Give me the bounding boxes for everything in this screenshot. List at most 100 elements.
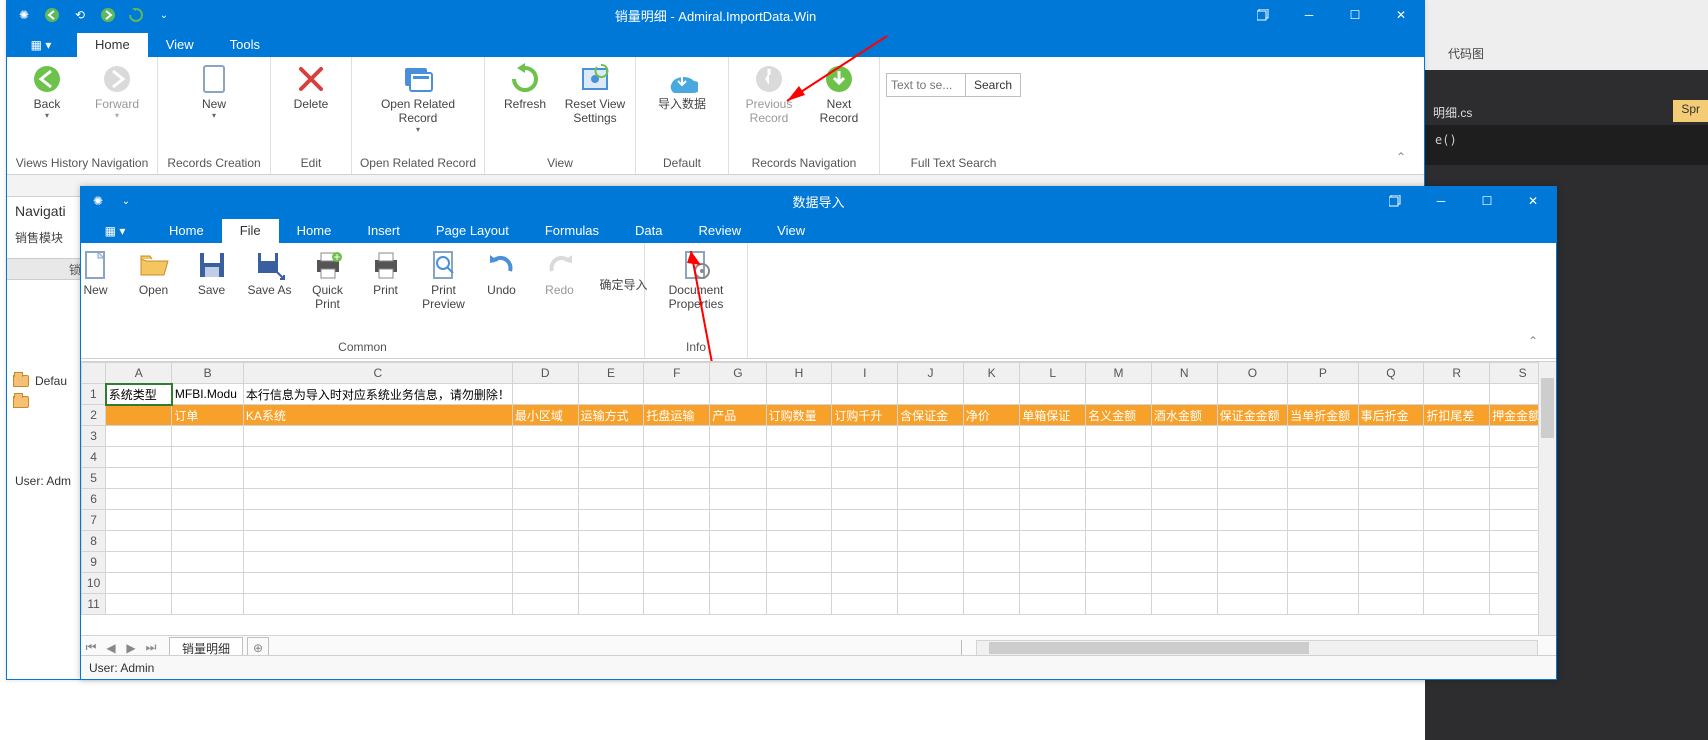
cell[interactable] [1288,447,1358,468]
cell[interactable]: 本行信息为导入时对应系统业务信息，请勿删除！ [243,384,512,405]
cell[interactable] [963,468,1019,489]
cell[interactable] [710,552,766,573]
cell[interactable]: 保证金金额 [1217,405,1287,426]
cell[interactable] [1020,552,1086,573]
cell[interactable] [172,552,243,573]
col-header-B[interactable]: B [172,363,243,384]
cell[interactable] [1358,489,1424,510]
cell[interactable] [243,594,512,615]
col-header-N[interactable]: N [1151,363,1217,384]
cell[interactable] [644,384,710,405]
cell[interactable] [578,426,644,447]
qa-overflow-icon[interactable]: ⌄ [153,4,175,26]
cell[interactable] [898,447,964,468]
cell[interactable] [710,573,766,594]
file-menu-button[interactable]: ▦ ▾ [25,33,57,57]
nav-item-2[interactable] [7,392,87,412]
cell[interactable] [766,489,832,510]
cell[interactable] [1288,384,1358,405]
col-header-Q[interactable]: Q [1358,363,1424,384]
cell[interactable] [710,531,766,552]
cell[interactable] [512,510,578,531]
cell[interactable] [1020,510,1086,531]
spreadsheet[interactable]: ABCDEFGHIJKLMNOPQRS 1系统类型MFBI.Modu本行信息为导… [81,361,1556,635]
cell[interactable] [1358,447,1424,468]
col-header-H[interactable]: H [766,363,832,384]
row-header[interactable]: 10 [82,573,106,594]
cell[interactable] [106,468,172,489]
cell[interactable] [1086,552,1152,573]
cell[interactable] [1288,594,1358,615]
cell[interactable] [832,510,898,531]
tab-view[interactable]: View [148,33,212,57]
select-all-corner[interactable] [82,363,106,384]
col-header-P[interactable]: P [1288,363,1358,384]
cell[interactable] [766,447,832,468]
cell[interactable] [578,552,644,573]
cell[interactable] [710,384,766,405]
cell[interactable] [172,447,243,468]
cell[interactable] [1288,426,1358,447]
cell[interactable] [898,594,964,615]
cell[interactable]: 运输方式 [578,405,644,426]
cell[interactable] [512,468,578,489]
qa-undo-icon[interactable]: ⟲ [69,4,91,26]
cell[interactable] [578,573,644,594]
cell[interactable]: 订购数量 [766,405,832,426]
qa-next-icon[interactable] [97,4,119,26]
cell[interactable] [963,489,1019,510]
cell[interactable] [644,489,710,510]
cell[interactable] [963,594,1019,615]
cell[interactable] [1217,510,1287,531]
cell[interactable] [1358,384,1424,405]
cell[interactable] [1151,468,1217,489]
cell[interactable] [644,468,710,489]
cell[interactable] [963,573,1019,594]
reset-view-button[interactable]: Reset View Settings [561,61,629,125]
cell[interactable] [1358,552,1424,573]
cell[interactable] [1217,384,1287,405]
cell[interactable] [898,531,964,552]
cell[interactable] [106,573,172,594]
cell[interactable]: 产品 [710,405,766,426]
cell[interactable] [898,384,964,405]
col-header-A[interactable]: A [106,363,172,384]
cell[interactable]: 订购千升 [832,405,898,426]
cell[interactable] [243,531,512,552]
col-header-M[interactable]: M [1086,363,1152,384]
cell[interactable] [832,594,898,615]
cell[interactable] [1288,489,1358,510]
cell[interactable]: 订单 [172,405,243,426]
row-header[interactable]: 3 [82,426,106,447]
cell[interactable] [1424,531,1490,552]
cell[interactable] [766,426,832,447]
col-header-D[interactable]: D [512,363,578,384]
cell[interactable] [963,447,1019,468]
child-tab-pagelayout[interactable]: Page Layout [418,219,527,243]
cell[interactable] [1358,531,1424,552]
cell[interactable] [106,510,172,531]
open-related-button[interactable]: Open Related Record▾ [358,61,478,134]
tab-home[interactable]: Home [77,33,148,57]
row-header[interactable]: 6 [82,489,106,510]
cell[interactable] [766,594,832,615]
ribbon-collapse-icon[interactable]: ⌃ [1396,150,1414,168]
minimize-button[interactable]: ─ [1286,1,1332,29]
cell[interactable] [710,489,766,510]
cell[interactable] [172,531,243,552]
cell[interactable] [898,489,964,510]
cell[interactable] [172,510,243,531]
cell[interactable] [106,405,172,426]
col-header-E[interactable]: E [578,363,644,384]
cell[interactable] [898,573,964,594]
cell[interactable] [1151,489,1217,510]
cell[interactable] [172,573,243,594]
cell[interactable] [106,489,172,510]
cell[interactable] [243,468,512,489]
cell[interactable] [832,468,898,489]
cell[interactable] [832,447,898,468]
cell[interactable] [710,468,766,489]
ide-editor[interactable]: e() [1425,125,1708,165]
cell[interactable] [578,447,644,468]
file-save-button[interactable]: Save [184,247,240,297]
